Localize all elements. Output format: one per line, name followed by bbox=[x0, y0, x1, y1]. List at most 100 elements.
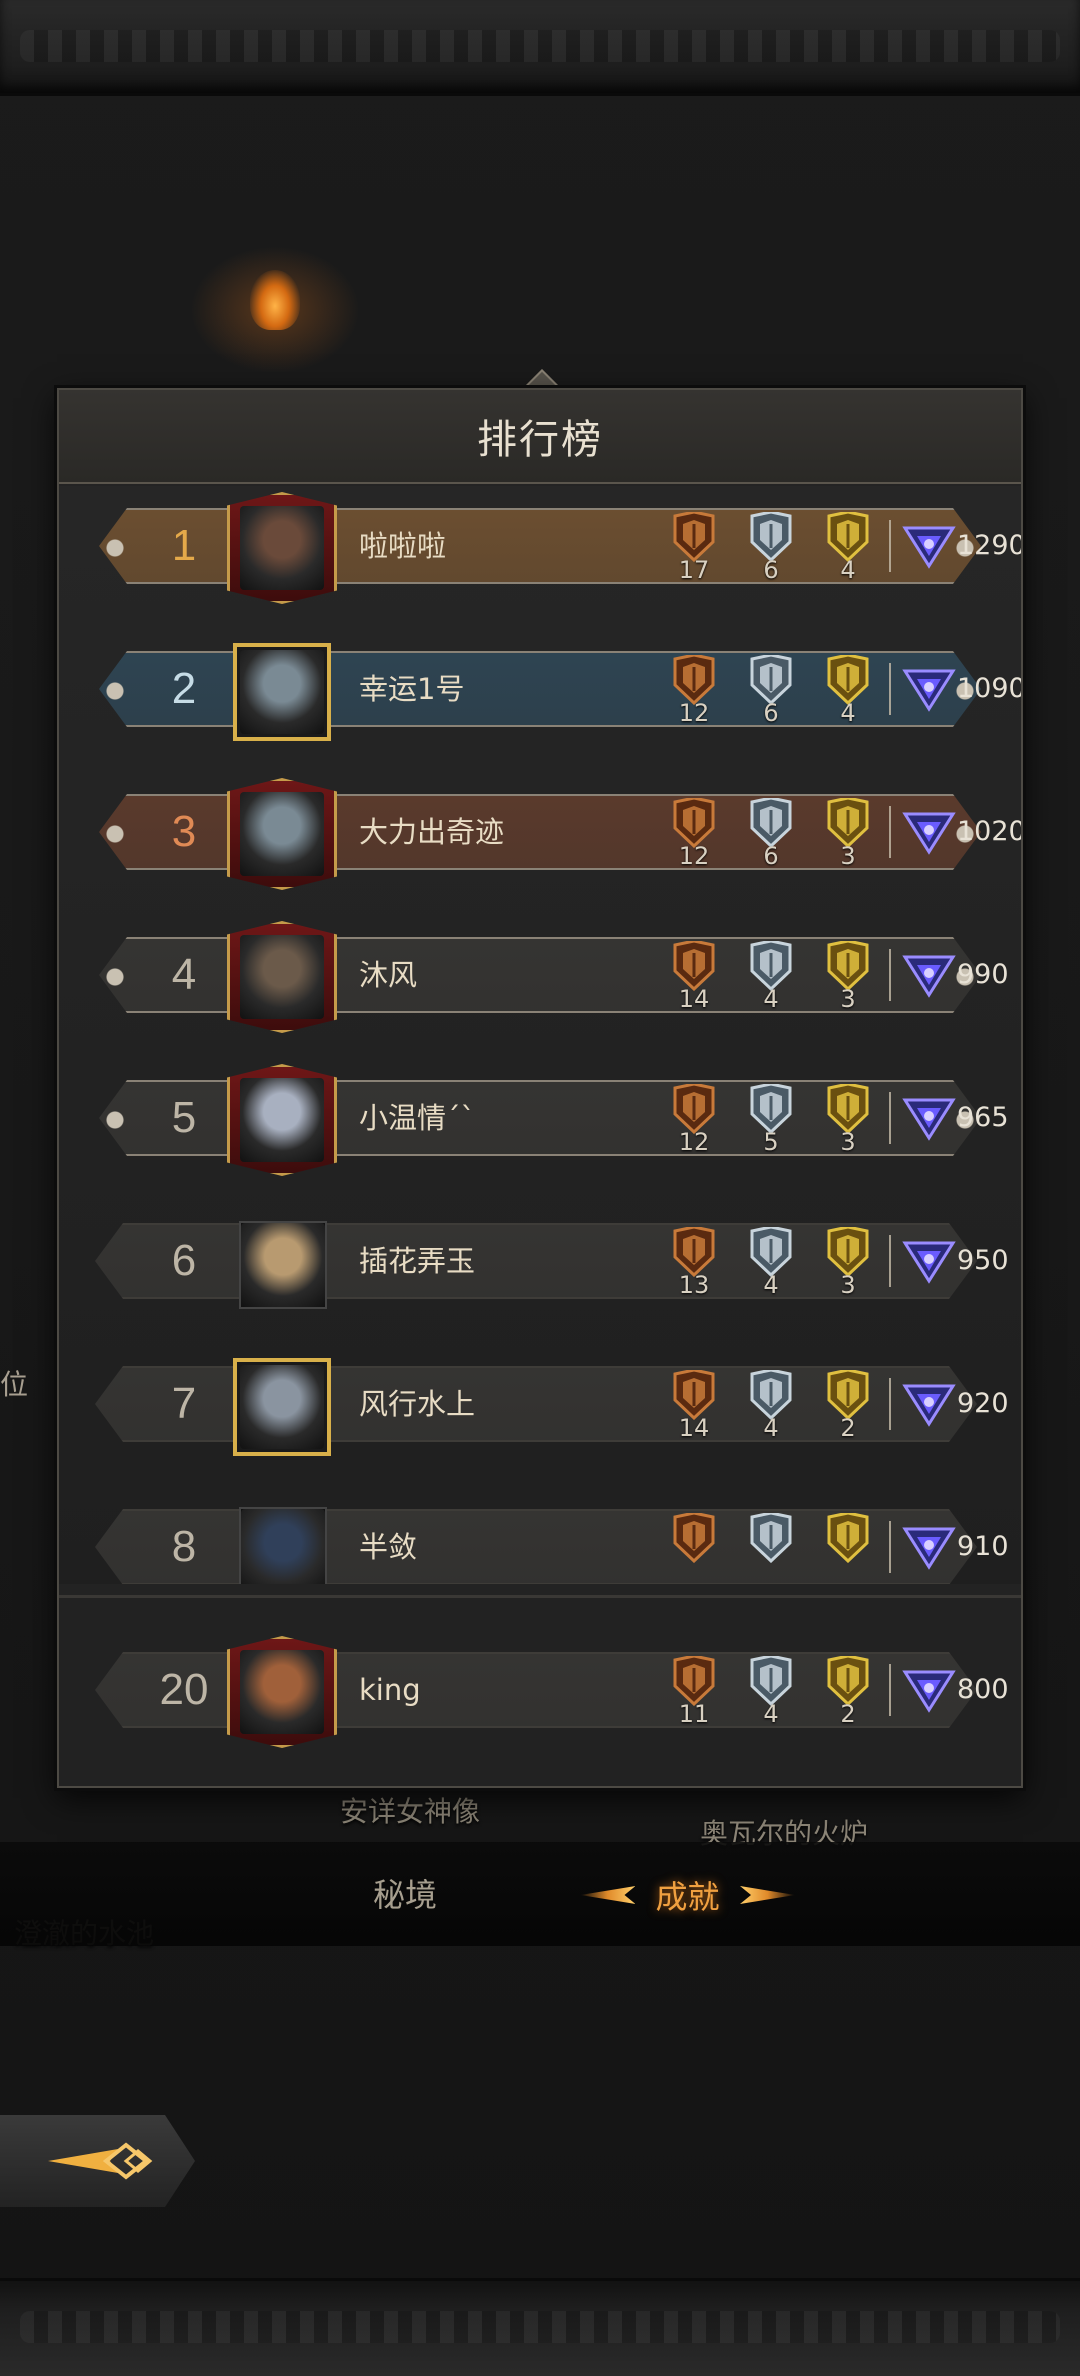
bronze-medal-icon bbox=[667, 1084, 721, 1134]
score-value: 965 bbox=[957, 1102, 1009, 1133]
gold-medal-icon bbox=[821, 1227, 875, 1277]
bronze-medal-icon bbox=[667, 941, 721, 991]
leaderboard-row[interactable]: 4 沐风 14 4 3 990 bbox=[59, 907, 1021, 1037]
tab-wing-left-icon bbox=[580, 1886, 636, 1904]
gold-medal-icon bbox=[821, 1084, 875, 1134]
gold-medal-icon bbox=[821, 941, 875, 991]
avatar-frame[interactable] bbox=[227, 1636, 337, 1748]
silver-medal-count: 4 bbox=[763, 1414, 779, 1442]
gold-medal-count: 3 bbox=[840, 985, 856, 1013]
leaderboard-row[interactable]: 7 风行水上 14 4 2 920 bbox=[59, 1336, 1021, 1466]
avatar-frame[interactable] bbox=[227, 1064, 337, 1176]
bronze-medal: 12 bbox=[667, 1084, 721, 1156]
leaderboard-row[interactable]: 5 小温情ˊˋ 12 5 3 965 bbox=[59, 1050, 1021, 1180]
my-rank-row[interactable]: 20 king 11 4 2 800 bbox=[59, 1622, 1021, 1752]
panel-header: 排行榜 bbox=[59, 390, 1021, 484]
bronze-medal: 12 bbox=[667, 798, 721, 870]
bottom-frame bbox=[0, 2278, 1080, 2376]
score-value: 950 bbox=[957, 1245, 1009, 1276]
row-divider bbox=[889, 949, 891, 1001]
rank-number: 7 bbox=[171, 1379, 197, 1428]
avatar bbox=[241, 1223, 325, 1307]
score-crystal-icon bbox=[901, 1666, 957, 1714]
score-value: 800 bbox=[957, 1674, 1009, 1705]
bronze-medal-icon bbox=[667, 512, 721, 562]
score-crystal-icon bbox=[901, 808, 957, 856]
avatar-frame[interactable] bbox=[227, 778, 337, 890]
avatar-frame[interactable] bbox=[239, 1221, 327, 1309]
silver-medal: 4 bbox=[744, 1227, 798, 1299]
score-crystal-icon bbox=[901, 522, 957, 570]
avatar-frame[interactable] bbox=[239, 1507, 327, 1584]
gold-medal-icon bbox=[821, 655, 875, 705]
bronze-medal: 14 bbox=[667, 941, 721, 1013]
score-value: 920 bbox=[957, 1388, 1009, 1419]
leaderboard-row[interactable]: 8 半敛 910 bbox=[59, 1479, 1021, 1584]
silver-medal-count: 4 bbox=[763, 1700, 779, 1728]
score-crystal-icon bbox=[901, 1523, 957, 1571]
bronze-medal-count: 14 bbox=[678, 985, 710, 1013]
bronze-medal: 13 bbox=[667, 1227, 721, 1299]
silver-medal-icon bbox=[744, 1513, 798, 1563]
silver-medal: 4 bbox=[744, 1370, 798, 1442]
leaderboard-panel: 排行榜 1 啦啦啦 17 6 4 1290 2 幸运1号 12 6 4 1090 3 大力出奇迹 12 6 3 1… bbox=[57, 388, 1023, 1788]
gold-medal-icon bbox=[821, 1513, 875, 1563]
gold-medal-count: 3 bbox=[840, 1271, 856, 1299]
gold-medal-icon bbox=[821, 798, 875, 848]
player-name: 小温情ˊˋ bbox=[359, 1101, 476, 1135]
gold-medal-count: 3 bbox=[840, 1128, 856, 1156]
leaderboard-list[interactable]: 1 啦啦啦 17 6 4 1290 2 幸运1号 12 6 4 1090 3 大力出奇迹 12 6 3 1020 4… bbox=[59, 486, 1021, 1584]
avatar-frame[interactable] bbox=[233, 643, 331, 741]
torch-glow bbox=[250, 270, 300, 330]
silver-medal-icon bbox=[744, 941, 798, 991]
gold-medal: 3 bbox=[821, 1227, 875, 1299]
map-label-statue: 安详女神像 bbox=[340, 1795, 481, 1828]
gold-medal: 4 bbox=[821, 512, 875, 584]
avatar bbox=[240, 792, 324, 876]
silver-medal: 4 bbox=[744, 1656, 798, 1728]
gold-medal: 3 bbox=[821, 941, 875, 1013]
gold-medal-count: 4 bbox=[840, 556, 856, 584]
bronze-medal: 12 bbox=[667, 655, 721, 727]
tab-achievement[interactable]: 成就 bbox=[555, 1870, 820, 1920]
bronze-medal-count: 13 bbox=[678, 1271, 710, 1299]
leaderboard-row[interactable]: 3 大力出奇迹 12 6 3 1020 bbox=[59, 764, 1021, 894]
silver-medal-icon bbox=[744, 655, 798, 705]
score-value: 1090 bbox=[957, 673, 1021, 704]
avatar bbox=[240, 1650, 324, 1734]
silver-medal-count: 6 bbox=[763, 699, 779, 727]
avatar-frame[interactable] bbox=[227, 492, 337, 604]
tab-secret-realm[interactable]: 秘境 bbox=[345, 1870, 465, 1920]
player-name: 大力出奇迹 bbox=[359, 815, 505, 849]
rank-number: 1 bbox=[171, 521, 197, 570]
bronze-medal: 11 bbox=[667, 1656, 721, 1728]
avatar-frame[interactable] bbox=[227, 921, 337, 1033]
gold-medal: 4 bbox=[821, 655, 875, 727]
silver-medal bbox=[744, 1513, 798, 1579]
top-frame bbox=[0, 0, 1080, 96]
leaderboard-row[interactable]: 6 插花弄玉 13 4 3 950 bbox=[59, 1193, 1021, 1323]
gold-medal bbox=[821, 1513, 875, 1579]
panel-title: 排行榜 bbox=[477, 417, 603, 463]
leaderboard-row[interactable]: 1 啦啦啦 17 6 4 1290 bbox=[59, 486, 1021, 608]
rank-number: 3 bbox=[171, 807, 197, 856]
back-button[interactable] bbox=[0, 2115, 195, 2207]
silver-medal-count: 4 bbox=[763, 985, 779, 1013]
silver-medal: 6 bbox=[744, 512, 798, 584]
gold-medal: 3 bbox=[821, 798, 875, 870]
rank-number: 4 bbox=[171, 950, 197, 999]
row-divider bbox=[889, 663, 891, 715]
back-arrow-icon bbox=[47, 2142, 152, 2180]
bronze-medal: 17 bbox=[667, 512, 721, 584]
bronze-medal-icon bbox=[667, 1227, 721, 1277]
gold-medal-count: 2 bbox=[840, 1414, 856, 1442]
player-name: 风行水上 bbox=[359, 1387, 476, 1421]
gold-medal-count: 2 bbox=[840, 1700, 856, 1728]
rank-number: 5 bbox=[171, 1093, 197, 1142]
my-rank-area: 20 king 11 4 2 800 bbox=[59, 1595, 1021, 1786]
avatar-frame[interactable] bbox=[233, 1358, 331, 1456]
row-divider bbox=[889, 520, 891, 572]
silver-medal-icon bbox=[744, 1084, 798, 1134]
tab-wing-right-icon bbox=[740, 1886, 795, 1904]
leaderboard-row[interactable]: 2 幸运1号 12 6 4 1090 bbox=[59, 621, 1021, 751]
